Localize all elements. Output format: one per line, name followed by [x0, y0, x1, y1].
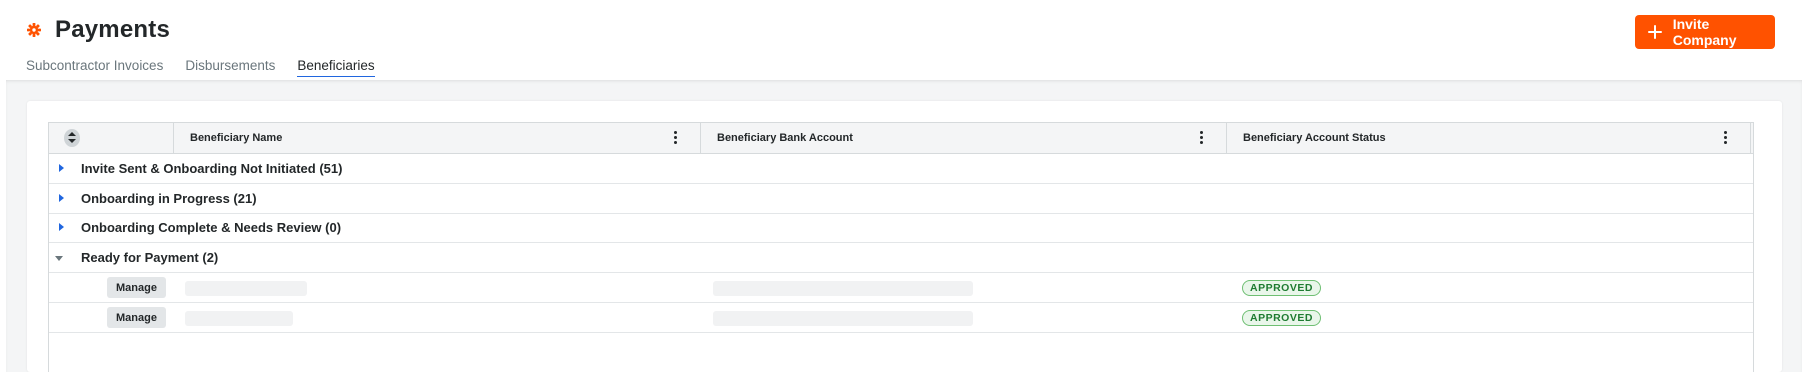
column-menu-icon[interactable]	[674, 131, 678, 145]
invite-company-label: Invite Company	[1672, 16, 1737, 48]
tab-subcontractor-invoices[interactable]: Subcontractor Invoices	[26, 58, 163, 77]
expand-caret-icon[interactable]	[59, 164, 64, 172]
table-row: Manage APPROVED	[49, 303, 1753, 333]
manage-button[interactable]: Manage	[107, 277, 166, 298]
grid-header: Beneficiary Name Beneficiary Bank Accoun…	[49, 123, 1753, 154]
group-row-onboarding-in-progress[interactable]: Onboarding in Progress (21)	[49, 184, 1753, 214]
group-row-ready-for-payment[interactable]: Ready for Payment (2)	[49, 243, 1753, 273]
column-header-account-status[interactable]: Beneficiary Account Status	[1227, 123, 1751, 153]
bank-account-placeholder	[713, 311, 973, 326]
column-menu-icon[interactable]	[1200, 131, 1204, 145]
beneficiary-name-placeholder	[185, 281, 307, 296]
group-label: Ready for Payment (2)	[81, 250, 219, 265]
page-header: Payments Invite Company Subcontractor In…	[0, 0, 1802, 80]
tab-disbursements[interactable]: Disbursements	[185, 58, 275, 77]
manage-button[interactable]: Manage	[107, 307, 166, 328]
plus-icon	[1647, 24, 1663, 40]
sort-column-header	[49, 123, 174, 153]
invite-company-button[interactable]: Invite Company	[1635, 15, 1775, 49]
status-badge: APPROVED	[1242, 310, 1321, 326]
group-label: Invite Sent & Onboarding Not Initiated (…	[81, 161, 343, 176]
expand-caret-icon[interactable]	[59, 223, 64, 231]
column-header-label: Beneficiary Name	[190, 132, 283, 144]
tab-beneficiaries[interactable]: Beneficiaries	[297, 58, 375, 77]
column-header-label: Beneficiary Bank Account	[717, 132, 853, 144]
group-row-invite-sent[interactable]: Invite Sent & Onboarding Not Initiated (…	[49, 154, 1753, 184]
beneficiary-name-placeholder	[185, 311, 293, 326]
group-label: Onboarding Complete & Needs Review (0)	[81, 220, 342, 235]
page-title: Payments	[55, 16, 170, 43]
table-row: Manage APPROVED	[49, 273, 1753, 303]
column-header-beneficiary-name[interactable]: Beneficiary Name	[174, 123, 701, 153]
group-row-onboarding-complete[interactable]: Onboarding Complete & Needs Review (0)	[49, 213, 1753, 243]
column-header-bank-account[interactable]: Beneficiary Bank Account	[701, 123, 1227, 153]
beneficiaries-grid: Beneficiary Name Beneficiary Bank Accoun…	[48, 122, 1754, 372]
collapse-caret-icon[interactable]	[55, 256, 63, 261]
group-label: Onboarding in Progress (21)	[81, 191, 257, 206]
column-header-label: Beneficiary Account Status	[1243, 132, 1386, 144]
bank-account-placeholder	[713, 281, 973, 296]
status-badge: APPROVED	[1242, 280, 1321, 296]
gear-icon	[27, 23, 41, 37]
expand-caret-icon[interactable]	[59, 194, 64, 202]
tab-bar: Subcontractor Invoices Disbursements Ben…	[26, 58, 397, 77]
sort-icon[interactable]	[64, 129, 80, 147]
column-menu-icon[interactable]	[1724, 131, 1728, 145]
